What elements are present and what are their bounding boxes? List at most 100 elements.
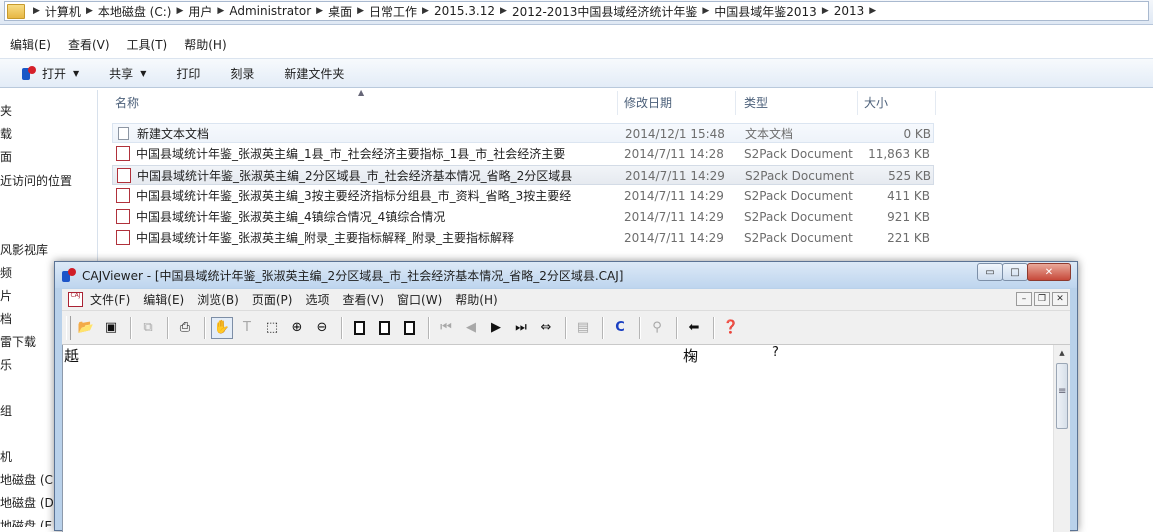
menu-help[interactable]: 帮助(H) bbox=[184, 36, 226, 53]
nav-item[interactable]: 机 bbox=[0, 448, 12, 465]
breadcrumb-separator-icon[interactable]: ▶ bbox=[822, 6, 829, 16]
back-icon[interactable]: ⬅ bbox=[683, 317, 705, 339]
nav-item[interactable]: 组 bbox=[0, 402, 12, 419]
nav-item[interactable]: 片 bbox=[0, 287, 12, 304]
menu-view[interactable]: 查看(V) bbox=[342, 291, 384, 308]
print-icon[interactable]: ⎙ bbox=[174, 317, 196, 339]
layout-icon[interactable]: ▤ bbox=[572, 317, 594, 339]
column-header-type[interactable]: 类型 bbox=[736, 91, 858, 115]
nav-item[interactable]: 夹 bbox=[0, 102, 12, 119]
find-icon[interactable]: ⚲ bbox=[646, 317, 668, 339]
last-page-icon[interactable]: ⏭ bbox=[510, 317, 532, 339]
breadcrumb-separator-icon[interactable]: ▶ bbox=[176, 6, 183, 16]
new-folder-button[interactable]: 新建文件夹 bbox=[284, 65, 344, 82]
doc-restore-button[interactable]: ❐ bbox=[1034, 292, 1050, 306]
nav-item[interactable]: 地磁盘 (D bbox=[0, 494, 54, 511]
zoom-out-icon[interactable]: ⊖ bbox=[311, 317, 333, 339]
scroll-up-icon[interactable]: ▲ bbox=[1054, 345, 1070, 361]
breadcrumb-item[interactable]: 中国县域年鉴2013 bbox=[714, 3, 817, 20]
breadcrumb-separator-icon[interactable]: ▶ bbox=[702, 6, 709, 16]
breadcrumb-separator-icon[interactable]: ▶ bbox=[357, 6, 364, 16]
menu-window[interactable]: 窗口(W) bbox=[397, 291, 442, 308]
copy-icon[interactable]: ⧉ bbox=[137, 317, 159, 339]
print-button[interactable]: 打印 bbox=[176, 65, 200, 82]
nav-item[interactable]: 近访问的位置 bbox=[0, 172, 72, 189]
open-folder-icon[interactable]: 📂 bbox=[75, 317, 97, 339]
column-header-name[interactable]: 名称 bbox=[110, 91, 618, 115]
breadcrumb-item[interactable]: Administrator bbox=[229, 4, 311, 18]
breadcrumb-item[interactable]: 桌面 bbox=[328, 3, 352, 20]
breadcrumb-separator-icon[interactable]: ▶ bbox=[316, 6, 323, 16]
document-view[interactable]: 赿 椈 ? ▲ bbox=[62, 345, 1070, 532]
nav-item[interactable]: 地磁盘 (C bbox=[0, 471, 53, 488]
ocr-icon[interactable]: C bbox=[609, 317, 631, 339]
close-button[interactable]: ✕ bbox=[1027, 263, 1071, 281]
text-select-icon[interactable]: T bbox=[236, 317, 258, 339]
first-page-icon[interactable]: ⏮ bbox=[435, 317, 457, 339]
region-select-icon[interactable]: ⬚ bbox=[261, 317, 283, 339]
menu-browse[interactable]: 浏览(B) bbox=[197, 291, 239, 308]
help-icon[interactable]: ❓ bbox=[720, 317, 742, 339]
nav-item[interactable]: 频 bbox=[0, 264, 12, 281]
breadcrumb-separator-icon[interactable]: ▶ bbox=[869, 6, 876, 16]
menu-tools[interactable]: 工具(T) bbox=[127, 36, 168, 53]
vertical-scrollbar[interactable]: ▲ bbox=[1053, 345, 1070, 532]
breadcrumb-separator-icon[interactable]: ▶ bbox=[33, 6, 40, 16]
menu-options[interactable]: 选项 bbox=[305, 291, 329, 308]
next-page-icon[interactable]: ▶ bbox=[485, 317, 507, 339]
nav-item[interactable]: 载 bbox=[0, 125, 12, 142]
breadcrumb-separator-icon[interactable]: ▶ bbox=[422, 6, 429, 16]
caj-document-icon[interactable]: CAJ bbox=[68, 292, 83, 307]
continuous-page-icon[interactable] bbox=[373, 317, 395, 339]
maximize-button[interactable]: □ bbox=[1002, 263, 1028, 281]
breadcrumb[interactable]: ▶ 计算机 ▶ 本地磁盘 (C:) ▶ 用户 ▶ Administrator ▶ 桌面 ▶ 日常工作 ▶… bbox=[4, 1, 1149, 21]
hand-tool-icon[interactable]: ✋ bbox=[211, 316, 233, 339]
single-page-icon[interactable] bbox=[348, 317, 370, 339]
open-button[interactable]: 打开 ▼ bbox=[22, 65, 79, 82]
menu-edit[interactable]: 编辑(E) bbox=[143, 291, 184, 308]
breadcrumb-separator-icon[interactable]: ▶ bbox=[217, 6, 224, 16]
explorer-toolbar: 打开 ▼ 共享 ▼ 打印 刻录 新建文件夹 bbox=[0, 58, 1153, 88]
breadcrumb-separator-icon[interactable]: ▶ bbox=[500, 6, 507, 16]
menu-page[interactable]: 页面(P) bbox=[252, 291, 293, 308]
menu-file[interactable]: 文件(F) bbox=[90, 291, 130, 308]
cajviewer-titlebar[interactable]: CAJViewer - [中国县域统计年鉴_张淑英主编_2分区域县_市_社会经济… bbox=[55, 262, 1077, 288]
burn-button[interactable]: 刻录 bbox=[230, 65, 254, 82]
nav-item[interactable]: 地磁盘 (E bbox=[0, 517, 52, 527]
file-row[interactable]: 中国县域统计年鉴_张淑英主编_4镇综合情况_4镇综合情况 2014/7/11 14… bbox=[112, 207, 934, 227]
nav-item[interactable]: 风影视库 bbox=[0, 241, 48, 258]
column-header-date[interactable]: 修改日期 bbox=[618, 91, 736, 115]
doc-close-button[interactable]: ✕ bbox=[1052, 292, 1068, 306]
menu-view[interactable]: 查看(V) bbox=[68, 36, 110, 53]
breadcrumb-item[interactable]: 计算机 bbox=[45, 3, 81, 20]
menu-help[interactable]: 帮助(H) bbox=[455, 291, 497, 308]
file-row[interactable]: 中国县域统计年鉴_张淑英主编_2分区域县_市_社会经济基本情况_省略_2分区域县… bbox=[112, 165, 934, 185]
save-icon[interactable]: ▣ bbox=[100, 317, 122, 339]
nav-item[interactable]: 档 bbox=[0, 310, 12, 327]
share-button[interactable]: 共享 ▼ bbox=[109, 65, 146, 82]
facing-page-icon[interactable] bbox=[398, 317, 420, 339]
breadcrumb-item[interactable]: 2013 bbox=[834, 4, 865, 18]
toolbar-grip[interactable] bbox=[66, 315, 71, 340]
breadcrumb-item[interactable]: 2015.3.12 bbox=[434, 4, 495, 18]
column-header-size[interactable]: 大小 bbox=[858, 91, 936, 115]
nav-item[interactable]: 面 bbox=[0, 148, 12, 165]
fit-width-icon[interactable]: ⇔ bbox=[535, 317, 557, 339]
file-row[interactable]: 新建文本文档 2014/12/1 15:48 文本文档 0 KB bbox=[112, 123, 934, 143]
breadcrumb-item[interactable]: 日常工作 bbox=[369, 3, 417, 20]
prev-page-icon[interactable]: ◀ bbox=[460, 317, 482, 339]
breadcrumb-item[interactable]: 用户 bbox=[188, 3, 212, 20]
menu-edit[interactable]: 编辑(E) bbox=[10, 36, 51, 53]
file-row[interactable]: 中国县域统计年鉴_张淑英主编_3按主要经济指标分组县_市_资料_省略_3按主要经… bbox=[112, 186, 934, 206]
breadcrumb-separator-icon[interactable]: ▶ bbox=[86, 6, 93, 16]
minimize-button[interactable]: ▭ bbox=[977, 263, 1003, 281]
breadcrumb-item[interactable]: 2012-2013中国县域经济统计年鉴 bbox=[512, 3, 697, 20]
nav-item[interactable]: 雷下载 bbox=[0, 333, 36, 350]
zoom-in-icon[interactable]: ⊕ bbox=[286, 317, 308, 339]
breadcrumb-item[interactable]: 本地磁盘 (C:) bbox=[98, 3, 172, 20]
doc-minimize-button[interactable]: – bbox=[1016, 292, 1032, 306]
file-row[interactable]: 中国县域统计年鉴_张淑英主编_1县_市_社会经济主要指标_1县_市_社会经济主要… bbox=[112, 144, 934, 164]
scrollbar-thumb[interactable] bbox=[1056, 363, 1068, 429]
file-row[interactable]: 中国县域统计年鉴_张淑英主编_附录_主要指标解释_附录_主要指标解释 2014/7… bbox=[112, 228, 934, 248]
nav-item[interactable]: 乐 bbox=[0, 356, 12, 373]
